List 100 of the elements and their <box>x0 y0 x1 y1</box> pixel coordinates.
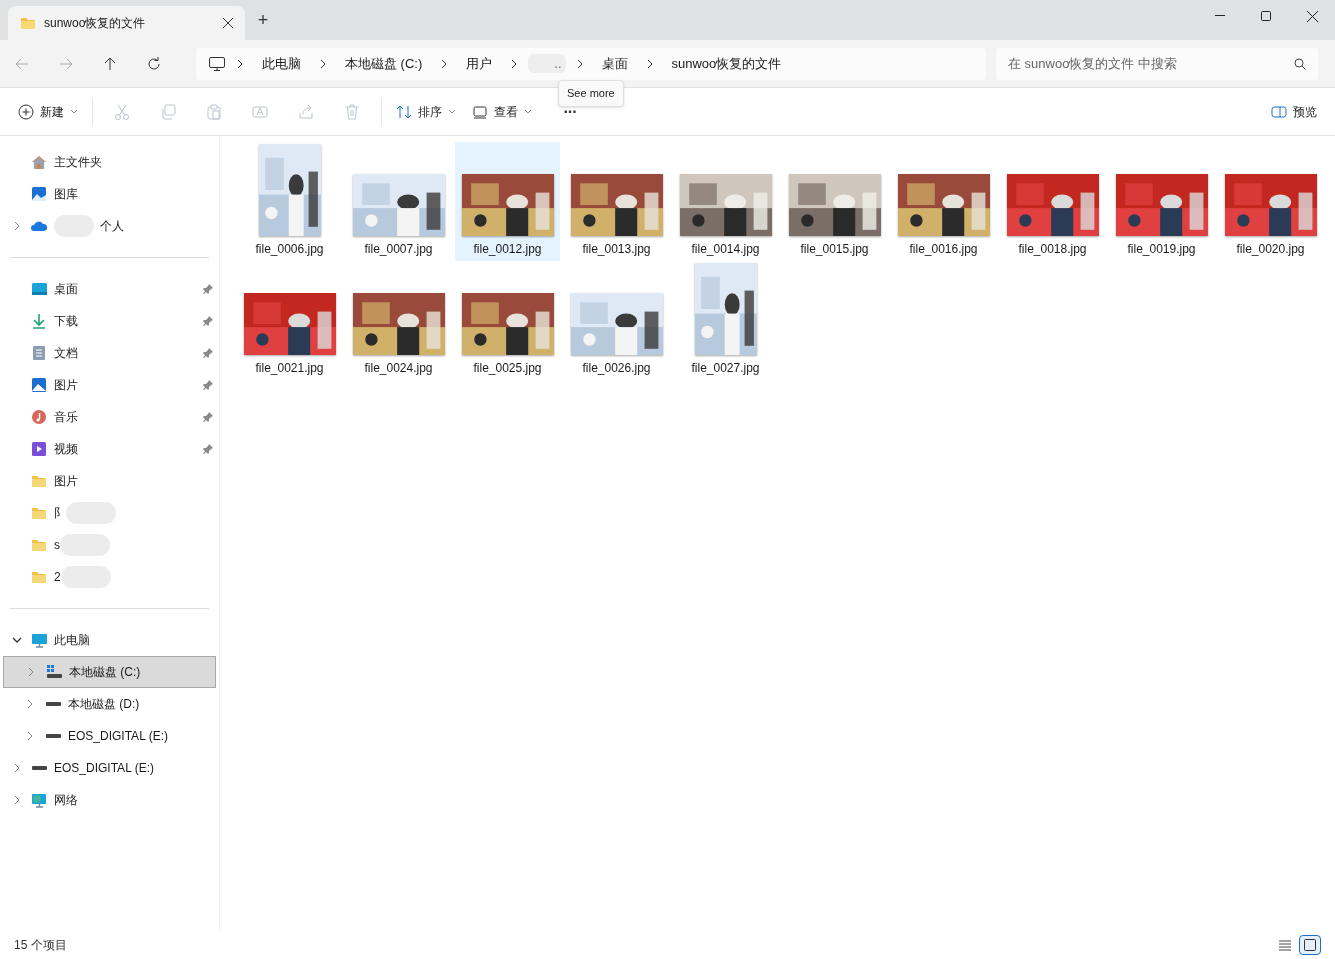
maximize-icon <box>1261 11 1271 21</box>
nav-item[interactable]: 图片 <box>3 465 216 497</box>
file-item[interactable]: file_0013.jpg <box>564 142 669 261</box>
close-icon <box>1306 10 1318 22</box>
caret-icon <box>70 108 78 115</box>
search-field[interactable]: 在 sunwoo恢复的文件 中搜索 <box>996 47 1318 80</box>
tab-title: sunwoo恢复的文件 <box>44 15 147 32</box>
breadcrumb-item[interactable]: 本地磁盘 (C:) <box>337 53 431 74</box>
folder-icon <box>31 537 48 553</box>
view-icon <box>472 103 488 120</box>
file-item[interactable]: file_0027.jpg <box>673 261 778 380</box>
clipboard-icon <box>206 103 222 120</box>
file-item[interactable]: file_0015.jpg <box>782 142 887 261</box>
nav-item[interactable]: 个人 <box>3 210 216 242</box>
file-item[interactable]: file_0026.jpg <box>564 261 669 380</box>
nav-item[interactable]: 音乐 <box>3 401 216 433</box>
drive-icon <box>32 766 47 770</box>
home-icon <box>31 154 48 170</box>
desktop-icon <box>31 281 48 297</box>
sort-button[interactable]: 排序 <box>388 95 464 128</box>
address-bar[interactable]: 此电脑 本地磁盘 (C:) 用户 .. 桌面 sunwoo恢复的文件 <box>196 47 986 80</box>
large-icons-view-button[interactable] <box>1299 935 1321 955</box>
nav-item[interactable]: 本地磁盘 (D:) <box>3 688 216 720</box>
breadcrumb-item[interactable]: .. <box>528 53 566 74</box>
nav-item[interactable]: 图片 <box>3 369 216 401</box>
file-item[interactable]: file_0014.jpg <box>673 142 778 261</box>
file-item[interactable]: file_0021.jpg <box>237 261 342 380</box>
file-item[interactable]: file_0006.jpg <box>237 142 342 261</box>
picture-icon <box>31 377 48 393</box>
file-item[interactable]: file_0025.jpg <box>455 261 560 380</box>
copy-icon <box>160 103 176 120</box>
nav-item[interactable]: 图库 <box>3 178 216 210</box>
nav-item[interactable]: s <box>3 529 216 561</box>
computer-icon <box>31 632 48 648</box>
new-button[interactable]: 新建 <box>10 95 86 128</box>
collapse-chevron-icon[interactable] <box>12 221 22 231</box>
chevron-icon <box>441 58 448 69</box>
plus-circle-icon <box>18 103 34 120</box>
breadcrumb-item[interactable]: sunwoo恢复的文件 <box>663 53 790 74</box>
nav-item[interactable]: 视频 <box>3 433 216 465</box>
item-count: 15 个项目 <box>14 937 67 954</box>
nav-item[interactable]: 本地磁盘 (C:) <box>3 656 216 688</box>
video-icon <box>31 441 48 457</box>
minimize-icon <box>1215 15 1225 17</box>
folder-icon <box>31 473 48 489</box>
file-item[interactable]: file_0018.jpg <box>1000 142 1105 261</box>
nav-item[interactable]: 主文件夹 <box>3 146 216 178</box>
nav-item[interactable]: 桌面 <box>3 273 216 305</box>
folder-icon <box>31 505 48 521</box>
drive-icon <box>46 702 61 706</box>
close-icon[interactable] <box>223 18 233 28</box>
document-icon <box>31 345 48 361</box>
search-icon <box>1294 57 1306 70</box>
collapse-chevron-icon[interactable] <box>25 731 35 741</box>
collapse-chevron-icon[interactable] <box>25 699 35 709</box>
folder-icon <box>31 569 48 585</box>
file-item[interactable]: file_0012.jpg <box>455 142 560 261</box>
breadcrumb-item[interactable]: 此电脑 <box>254 53 309 74</box>
folder-icon <box>20 15 36 31</box>
download-icon <box>31 313 48 329</box>
list-icon <box>1277 939 1291 951</box>
expand-chevron-icon[interactable] <box>12 635 22 645</box>
view-button[interactable]: 查看 <box>464 95 540 128</box>
chevron-icon <box>320 58 326 69</box>
chevron-icon <box>576 58 583 69</box>
file-item[interactable]: file_0020.jpg <box>1218 142 1323 261</box>
share-icon <box>298 103 314 120</box>
drive-icon <box>46 664 63 680</box>
nav-item[interactable]: 2 <box>3 561 216 593</box>
caret-icon <box>524 108 532 115</box>
drive-icon <box>46 734 61 738</box>
sort-icon <box>396 103 412 120</box>
preview-button[interactable]: 预览 <box>1263 95 1325 128</box>
music-icon <box>31 409 48 425</box>
nav-item[interactable]: EOS_DIGITAL (E:) <box>3 720 216 752</box>
nav-item[interactable]: 网络 <box>3 784 216 816</box>
scissors-icon <box>114 103 130 120</box>
collapse-chevron-icon[interactable] <box>26 667 36 677</box>
file-item[interactable]: file_0007.jpg <box>346 142 451 261</box>
file-item[interactable]: file_0019.jpg <box>1109 142 1214 261</box>
rename-icon <box>252 103 268 120</box>
nav-item[interactable]: EOS_DIGITAL (E:) <box>3 752 216 784</box>
network-icon <box>31 792 48 808</box>
trash-icon <box>344 103 360 120</box>
tooltip: See more <box>558 80 624 107</box>
nav-item[interactable]: 文档 <box>3 337 216 369</box>
refresh-icon[interactable] <box>146 55 162 72</box>
window-tab[interactable]: sunwoo恢复的文件 <box>8 6 245 40</box>
gallery-icon <box>31 186 48 202</box>
up-icon[interactable] <box>102 55 118 72</box>
file-item[interactable]: file_0024.jpg <box>346 261 451 380</box>
file-item[interactable]: file_0016.jpg <box>891 142 996 261</box>
nav-item[interactable]: 下载 <box>3 305 216 337</box>
nav-item[interactable]: 此电脑 <box>3 624 216 656</box>
collapse-chevron-icon[interactable] <box>12 763 22 773</box>
breadcrumb-item[interactable]: 桌面 <box>593 53 636 74</box>
new-tab-button[interactable]: + <box>245 3 281 37</box>
nav-item[interactable]: 阝 <box>3 497 216 529</box>
collapse-chevron-icon[interactable] <box>12 795 22 805</box>
breadcrumb-item[interactable]: 用户 <box>458 53 501 74</box>
